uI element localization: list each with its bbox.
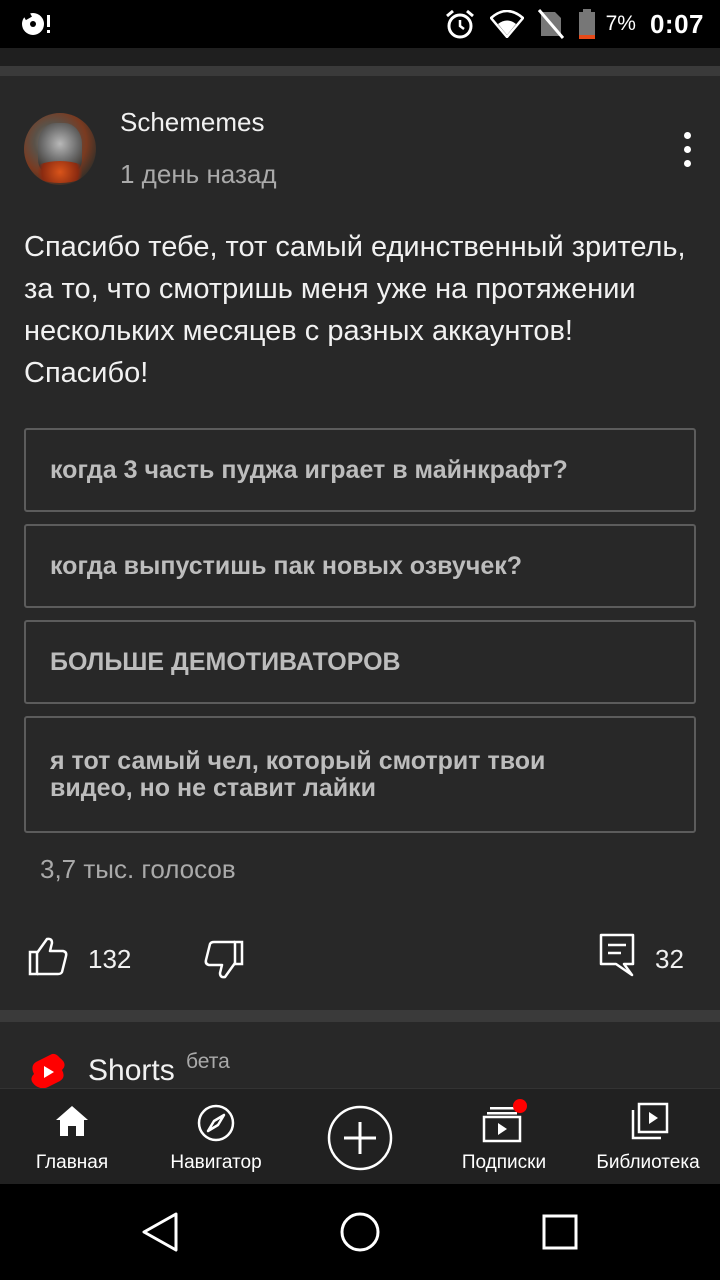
comment-icon[interactable] — [598, 932, 636, 978]
battery-percent: 7% — [605, 12, 636, 35]
poll-option[interactable]: я тот самый чел, который смотрит твои ви… — [24, 716, 696, 833]
library-icon — [631, 1102, 669, 1140]
status-bar: 7% 0:07 — [0, 0, 720, 48]
poll-option[interactable]: когда 3 часть пуджа играет в майнкрафт? — [24, 428, 696, 512]
home-icon — [56, 1106, 88, 1136]
clock: 0:07 — [649, 8, 704, 39]
home-circle-icon[interactable] — [339, 1211, 381, 1253]
shorts-shelf-header: Shorts бета — [0, 1022, 720, 1088]
battery-icon — [578, 9, 595, 39]
nav-label: Главная — [35, 1152, 109, 1173]
dislike-icon[interactable] — [202, 938, 246, 982]
nav-explore[interactable]: Навигатор — [160, 1089, 272, 1185]
poll-option[interactable]: БОЛЬШЕ ДЕМОТИВАТОРОВ — [24, 620, 696, 704]
alarm-icon — [445, 9, 474, 39]
like-icon[interactable] — [26, 934, 70, 978]
nav-label: Подписки — [461, 1152, 547, 1173]
nav-home[interactable]: Главная — [20, 1089, 124, 1185]
nav-label: Библиотека — [596, 1152, 700, 1173]
wifi-icon — [489, 10, 524, 38]
post-author[interactable]: Schememes — [120, 107, 265, 138]
shorts-beta-badge: бета — [186, 1050, 230, 1073]
music-notification-icon — [22, 12, 50, 35]
bottom-navigation: Главная Навигатор Подписки Библиотека — [0, 1088, 720, 1184]
add-icon — [327, 1105, 393, 1171]
notification-icons — [20, 10, 54, 43]
post-time: 1 день назад — [120, 159, 277, 189]
recents-icon[interactable] — [541, 1213, 579, 1251]
no-sim-icon — [537, 9, 564, 39]
post-actions: 132 32 — [0, 930, 720, 986]
nav-subscriptions[interactable]: Подписки — [452, 1089, 556, 1185]
shorts-title[interactable]: Shorts — [88, 1054, 175, 1088]
post-text: Спасибо тебе, тот самый единственный зри… — [24, 231, 686, 389]
poll-option[interactable]: когда выпустишь пак новых озвучек? — [24, 524, 696, 608]
avatar[interactable] — [24, 113, 96, 185]
nav-library[interactable]: Библиотека — [590, 1089, 706, 1185]
like-count: 132 — [88, 944, 132, 974]
system-navigation-bar — [0, 1184, 720, 1280]
compass-icon — [197, 1104, 235, 1142]
comment-count: 32 — [655, 944, 684, 974]
shorts-logo-icon — [31, 1053, 65, 1088]
back-icon[interactable] — [138, 1210, 182, 1254]
community-post: Schememes 1 день назад Спасибо тебе, тот… — [0, 76, 720, 1010]
subscriptions-icon — [482, 1099, 527, 1143]
more-options-icon[interactable] — [668, 130, 708, 170]
nav-label: Навигатор — [170, 1152, 262, 1173]
vote-count: 3,7 тыс. голосов — [40, 854, 236, 884]
section-divider — [0, 1010, 720, 1022]
create-button[interactable] — [326, 1089, 394, 1185]
section-divider — [0, 48, 720, 76]
